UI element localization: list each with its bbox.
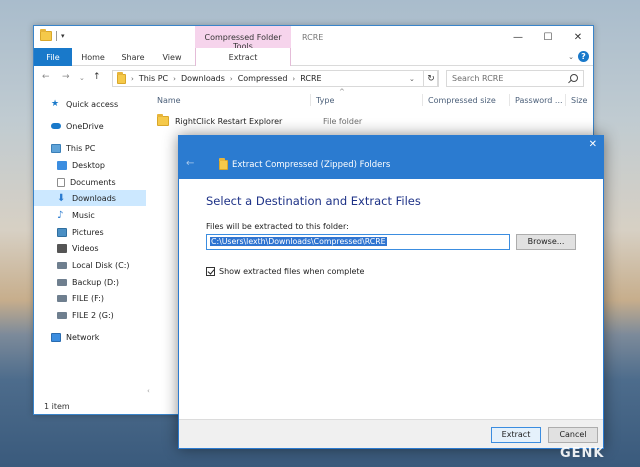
cloud-icon (51, 123, 61, 129)
documents-icon (57, 177, 65, 187)
star-icon: ★ (51, 98, 60, 109)
extract-button[interactable]: Extract (491, 427, 541, 443)
tab-extract[interactable]: Extract (195, 48, 291, 66)
dialog-title-bar: ← Extract Compressed (Zipped) Folders ✕ (179, 136, 603, 179)
quick-access-toolbar: ▾ (40, 29, 65, 41)
column-compressed-size[interactable]: Compressed size (428, 96, 496, 105)
extract-dialog: ← Extract Compressed (Zipped) Folders ✕ … (178, 135, 604, 449)
nav-item-this-pc[interactable]: This PC (34, 140, 146, 156)
breadcrumb-rcre[interactable]: RCRE (300, 74, 321, 83)
table-row[interactable]: RightClick Restart Explorer File folder (154, 114, 474, 128)
folder-icon (157, 114, 169, 126)
zip-folder-icon (219, 158, 228, 170)
destination-path-value: C:\Users\lexth\Downloads\Compressed\RCRE (210, 237, 387, 246)
customize-qat-icon[interactable]: ▾ (61, 32, 65, 40)
nav-item-backup-d[interactable]: Backup (D:) (34, 274, 146, 290)
search-input[interactable]: Search RCRE (446, 70, 584, 87)
show-files-checkbox[interactable] (206, 267, 215, 276)
scroll-left-icon[interactable]: ‹ (147, 387, 150, 395)
up-icon[interactable]: ↑ (93, 72, 101, 82)
nav-item-videos[interactable]: Videos (34, 240, 146, 256)
breadcrumb-this-pc[interactable]: This PC (139, 74, 168, 83)
title-bar: ▾ Compressed Folder Tools RCRE — ☐ ✕ (34, 26, 593, 51)
back-icon[interactable]: ← (42, 72, 50, 82)
refresh-icon[interactable]: ↻ (423, 70, 439, 87)
tab-file[interactable]: File (34, 48, 72, 66)
forward-icon[interactable]: → (62, 72, 70, 82)
column-name[interactable]: Name (157, 96, 181, 105)
folder-icon (117, 71, 126, 84)
address-row: ← → ⌄ ↑ › This PC › Downloads › Compress… (34, 66, 593, 90)
music-icon: ♪ (57, 209, 64, 221)
file-name: RightClick Restart Explorer (175, 116, 283, 126)
nav-item-quick-access[interactable]: ★ Quick access (34, 96, 146, 112)
drive-icon (57, 294, 67, 302)
genk-watermark: GENK (560, 446, 605, 461)
nav-item-local-disk-c[interactable]: Local Disk (C:) (34, 257, 146, 273)
address-bar[interactable]: › This PC › Downloads › Compressed › RCR… (112, 70, 438, 87)
destination-label: Files will be extracted to this folder: (206, 222, 349, 231)
cancel-button[interactable]: Cancel (548, 427, 598, 443)
close-icon[interactable]: ✕ (563, 26, 593, 48)
desktop-icon (57, 160, 67, 170)
recent-locations-icon[interactable]: ⌄ (79, 74, 85, 82)
tab-home[interactable]: Home (80, 48, 106, 66)
nav-item-network[interactable]: Network (34, 329, 146, 345)
dialog-footer: Extract Cancel (179, 419, 603, 448)
show-files-option: Show extracted files when complete (206, 267, 364, 276)
maximize-icon[interactable]: ☐ (533, 26, 563, 48)
nav-item-file2-g[interactable]: FILE 2 (G:) (34, 307, 146, 323)
pictures-icon (57, 227, 67, 237)
nav-item-music[interactable]: ♪ Music (34, 207, 146, 223)
help-icon[interactable]: ? (578, 51, 589, 62)
nav-item-onedrive[interactable]: OneDrive (34, 118, 146, 134)
downloads-icon: ⬇ (57, 192, 66, 204)
network-icon (51, 332, 61, 342)
breadcrumb-compressed[interactable]: Compressed (238, 74, 288, 83)
navigation-pane: ★ Quick access OneDrive This PC Desktop … (34, 90, 146, 397)
column-type[interactable]: Type (316, 96, 334, 105)
nav-item-desktop[interactable]: Desktop (34, 157, 146, 173)
expand-ribbon-icon[interactable]: ⌄ (568, 53, 574, 61)
drive-icon (57, 278, 67, 286)
window-title: RCRE (302, 33, 324, 42)
minimize-icon[interactable]: — (503, 26, 533, 48)
search-icon (570, 74, 578, 82)
tab-share[interactable]: Share (120, 48, 146, 66)
folder-icon (40, 29, 52, 41)
nav-item-file-f[interactable]: FILE (F:) (34, 290, 146, 306)
back-icon[interactable]: ← (186, 158, 194, 169)
nav-item-downloads[interactable]: ⬇ Downloads (34, 190, 146, 206)
drive-icon (57, 311, 67, 319)
browse-button[interactable]: Browse... (516, 234, 576, 250)
nav-item-documents[interactable]: Documents (34, 174, 146, 190)
sort-ascending-icon: ^ (339, 88, 345, 96)
tab-view[interactable]: View (160, 48, 184, 66)
close-icon[interactable]: ✕ (589, 139, 597, 150)
dialog-heading: Select a Destination and Extract Files (206, 194, 421, 208)
show-files-label: Show extracted files when complete (219, 267, 365, 276)
computer-icon (51, 143, 61, 153)
context-tab-group: Compressed Folder Tools (195, 26, 291, 51)
ribbon-tabs: File Home Share View Extract ⌄ ? (34, 48, 593, 66)
dialog-title: Extract Compressed (Zipped) Folders (232, 160, 391, 170)
address-dropdown-icon[interactable]: ⌄ (409, 75, 415, 83)
file-type: File folder (323, 117, 363, 126)
videos-icon (57, 243, 67, 253)
column-password[interactable]: Password ... (515, 96, 563, 105)
status-bar: 1 item (44, 402, 70, 411)
column-size[interactable]: Size (571, 96, 587, 105)
breadcrumb-downloads[interactable]: Downloads (181, 74, 225, 83)
destination-path-input[interactable]: C:\Users\lexth\Downloads\Compressed\RCRE (206, 234, 510, 250)
nav-item-pictures[interactable]: Pictures (34, 224, 146, 240)
drive-icon (57, 261, 67, 269)
